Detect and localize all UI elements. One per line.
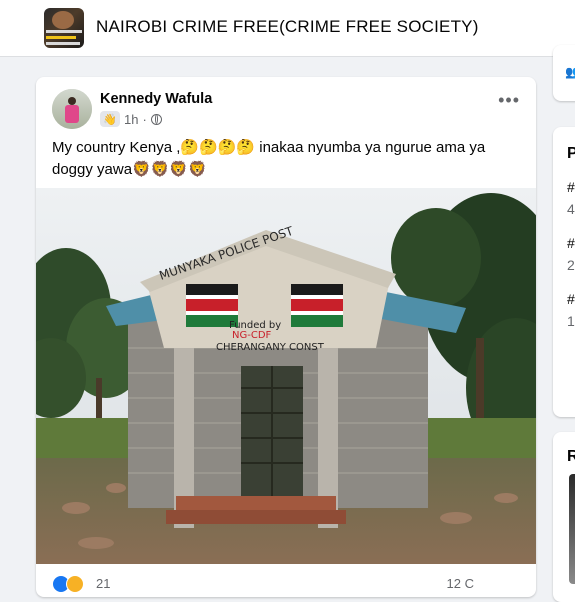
post-text: My country Kenya ,🤔🤔🤔🤔 inakaa nyumba ya … (52, 137, 512, 181)
group-header-bar: NAIROBI CRIME FREE(CRIME FREE SOCIETY) (0, 0, 575, 57)
sidebar-item[interactable]: # (567, 235, 575, 251)
post-text-line: doggy yawa🦁🦁🦁🦁 (52, 161, 207, 178)
globe-icon (150, 113, 162, 125)
post-photo[interactable]: MUNYAKA POLICE POST Funded by NG-CDF CHE… (36, 188, 536, 564)
group-cover-thumbnail[interactable] (44, 8, 84, 48)
post-meta: 👋 1h · (100, 110, 162, 128)
author-avatar[interactable] (52, 89, 92, 129)
more-options-icon[interactable]: ••• (498, 91, 520, 109)
group-title[interactable]: NAIROBI CRIME FREE(CRIME FREE SOCIETY) (96, 17, 479, 37)
post-card: Kennedy Wafula 👋 1h · ••• My country Ken… (36, 77, 536, 597)
comment-count[interactable]: 12 C (447, 576, 474, 591)
sidebar-heading: R (567, 448, 575, 465)
wave-hand-icon: 👋 (100, 111, 120, 127)
wall-text: CHERANGANY CONST. (216, 342, 326, 353)
sidebar-card-trending: P # 4 # 2 # 1 (553, 127, 575, 417)
sidebar-item[interactable]: # (567, 179, 575, 195)
sidebar-item: 1 (567, 313, 575, 329)
people-icon: 👥 (565, 65, 575, 79)
sidebar-heading: P (567, 145, 575, 162)
separator-dot: · (142, 111, 147, 127)
wall-text: NG-CDF (232, 330, 272, 341)
sidebar-thumbnail[interactable] (569, 474, 575, 584)
sidebar-item: 2 (567, 257, 575, 273)
sidebar-card-top: 👥 (553, 45, 575, 101)
reaction-icons (52, 575, 84, 593)
post-author-name[interactable]: Kennedy Wafula (100, 91, 212, 107)
kenya-flag-right (291, 284, 343, 327)
haha-reaction-icon (66, 575, 84, 593)
reactions-row[interactable]: 21 12 C (52, 575, 520, 595)
post-text-line: My country Kenya ,🤔🤔🤔🤔 inakaa nyumba ya … (52, 139, 486, 156)
sidebar-card-bottom: R (553, 432, 575, 602)
sidebar-item[interactable]: # (567, 291, 575, 307)
post-time[interactable]: 1h (124, 112, 138, 127)
reaction-count[interactable]: 21 (96, 576, 110, 591)
sidebar-item: 4 (567, 201, 575, 217)
